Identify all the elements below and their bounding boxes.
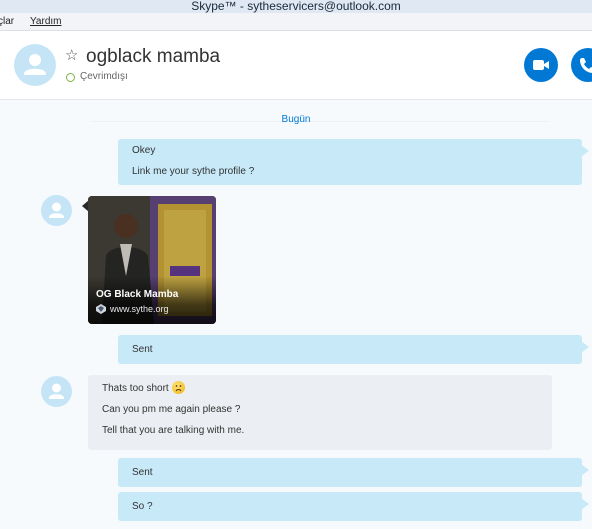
message-text: Can you pm me again please ? — [102, 404, 241, 415]
link-preview-title: OG Black Mamba — [96, 289, 179, 300]
contact-avatar[interactable] — [14, 44, 56, 86]
menu-item-tools[interactable]: çlar — [0, 13, 14, 30]
default-person-icon — [24, 54, 46, 75]
message-text: Okey — [132, 145, 156, 156]
default-person-icon — [49, 202, 64, 218]
window-title-bar: Skype™ - sytheservicers@outlook.com — [0, 0, 592, 13]
message-bubble-outgoing[interactable]: Sent — [118, 458, 589, 487]
audio-call-button[interactable] — [571, 48, 592, 82]
bubble-tail — [581, 341, 589, 353]
date-separator: Bugün — [281, 114, 311, 125]
message-text: Sent — [132, 344, 153, 355]
message-bubble-outgoing[interactable]: Sent — [118, 335, 589, 364]
contact-avatar-small[interactable] — [41, 195, 72, 226]
bubble-tail — [581, 145, 589, 157]
link-preview-site: www.sythe.org — [110, 304, 169, 314]
message-bubble-incoming[interactable]: Thats too short Can you pm me again plea… — [88, 375, 552, 450]
site-favicon-icon — [96, 304, 106, 314]
menu-item-help[interactable]: Yardım — [30, 13, 62, 30]
message-text: Tell that you are talking with me. — [102, 425, 245, 436]
contact-status: Çevrimdışı — [80, 71, 128, 82]
default-person-icon — [49, 383, 64, 399]
message-bubble-outgoing[interactable]: So ? — [118, 492, 589, 521]
message-bubble-outgoing[interactable]: Okey Link me your sythe profile ? — [118, 139, 589, 185]
bubble-tail — [581, 498, 589, 510]
menu-bar: çlar Yardım — [0, 13, 592, 31]
bubble-tail — [581, 464, 589, 476]
status-offline-icon — [66, 73, 75, 82]
video-camera-icon — [533, 60, 549, 70]
window-title: Skype™ - sytheservicers@outlook.com — [191, 0, 401, 13]
message-text: Thats too short — [102, 383, 169, 394]
conversation-header: ☆ ogblack mamba Çevrimdışı — [0, 31, 592, 100]
star-outline-icon[interactable]: ☆ — [65, 47, 78, 65]
link-preview-card[interactable]: OG Black Mamba www.sythe.org — [88, 196, 216, 324]
phone-icon — [580, 58, 592, 73]
sad-face-icon — [171, 381, 185, 394]
video-call-button[interactable] — [524, 48, 558, 82]
chat-history[interactable]: Bugün Okey Link me your sythe profile ? … — [0, 100, 592, 529]
message-text-line: Thats too short — [88, 378, 552, 399]
message-text: Link me your sythe profile ? — [132, 166, 255, 177]
contact-name[interactable]: ogblack mamba — [86, 45, 220, 69]
message-text: So ? — [132, 501, 153, 512]
contact-avatar-small[interactable] — [41, 376, 72, 407]
message-text: Sent — [132, 467, 153, 478]
